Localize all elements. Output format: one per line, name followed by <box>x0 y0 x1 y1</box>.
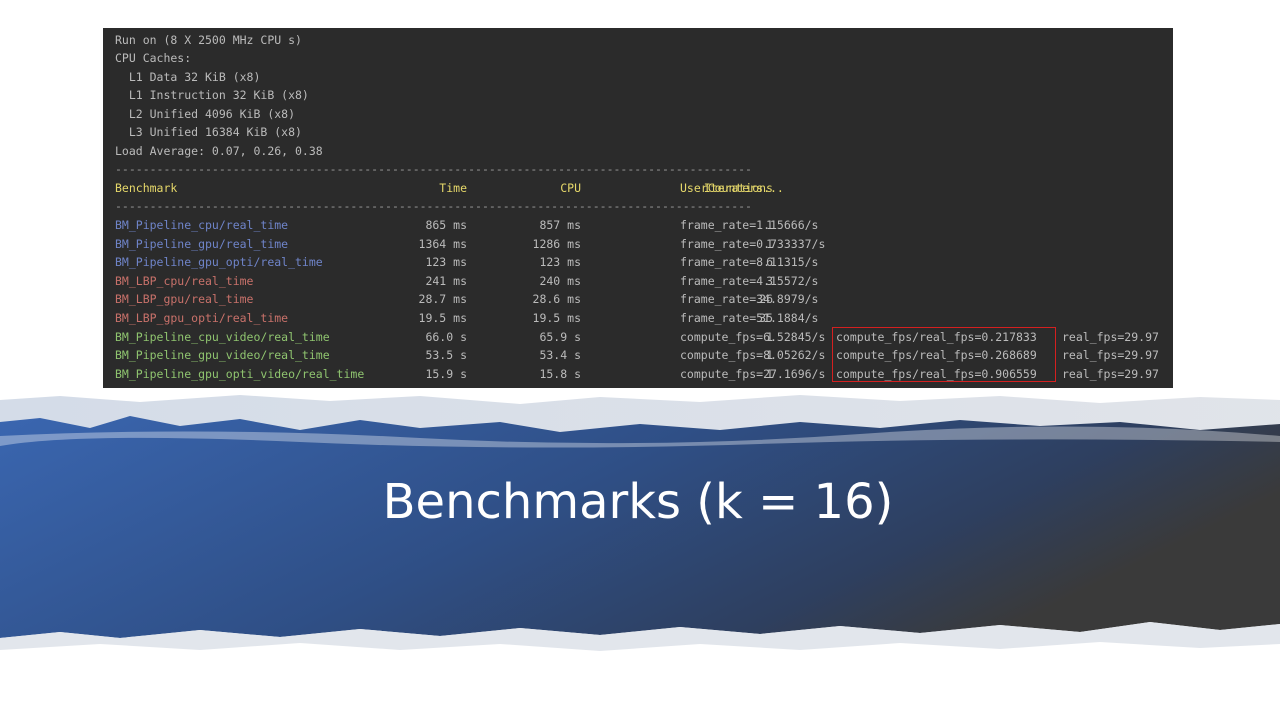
row-cpu: 123 ms <box>539 255 581 269</box>
header-time: Time <box>439 181 467 195</box>
row-name: BM_Pipeline_cpu/real_time <box>115 218 289 232</box>
table-row: BM_Pipeline_cpu/real_time 865 ms 857 ms … <box>103 216 1173 234</box>
row-counter: compute_fps=8.05262/s <box>680 348 826 362</box>
row-counter: frame_rate=0.733337/s <box>680 237 826 251</box>
row-real-fps: real_fps=29.97 <box>1062 348 1159 362</box>
row-time: 28.7 ms <box>418 292 467 306</box>
row-counter: frame_rate=8.11315/s <box>680 255 819 269</box>
slide-title: Benchmarks (k = 16) <box>382 474 894 530</box>
row-counter: frame_rate=51.1884/s <box>680 311 819 325</box>
row-cpu: 857 ms <box>539 218 581 232</box>
row-name: BM_LBP_gpu_opti/real_time <box>115 311 289 325</box>
row-cpu: 240 ms <box>539 274 581 288</box>
row-counter: frame_rate=1.15666/s <box>680 218 819 232</box>
row-cpu: 28.6 ms <box>532 292 581 306</box>
table-row: BM_Pipeline_gpu/real_time 1364 ms 1286 m… <box>103 235 1173 253</box>
row-counter: frame_rate=4.15572/s <box>680 274 819 288</box>
header-cpu: CPU <box>560 181 581 195</box>
row-cpu: 15.8 s <box>539 367 581 381</box>
row-name: BM_Pipeline_gpu/real_time <box>115 237 289 251</box>
row-name: BM_Pipeline_cpu_video/real_time <box>115 330 330 344</box>
row-cpu: 1286 ms <box>532 237 581 251</box>
info-line-l1-instruction: L1 Instruction 32 KiB (x8) <box>115 88 309 102</box>
info-line-caches: CPU Caches: <box>115 51 192 65</box>
info-line-l2: L2 Unified 4096 KiB (x8) <box>115 107 296 121</box>
row-real-fps: real_fps=29.97 <box>1062 367 1159 381</box>
table-row: BM_LBP_gpu/real_time 28.7 ms 28.6 ms 26 … <box>103 290 1173 308</box>
row-time: 19.5 ms <box>418 311 467 325</box>
row-name: BM_LBP_gpu/real_time <box>115 292 254 306</box>
table-row: BM_LBP_cpu/real_time 241 ms 240 ms 3 fra… <box>103 272 1173 290</box>
row-time: 1364 ms <box>418 237 467 251</box>
row-cpu: 65.9 s <box>539 330 581 344</box>
row-time: 15.9 s <box>425 367 467 381</box>
separator-top: ----------------------------------------… <box>115 162 752 176</box>
highlight-box <box>832 327 1056 382</box>
row-counter: compute_fps=27.1696/s <box>680 367 826 381</box>
info-line-l1-data: L1 Data 32 KiB (x8) <box>115 70 261 84</box>
row-counter: compute_fps=6.52845/s <box>680 330 826 344</box>
row-name: BM_Pipeline_gpu_opti/real_time <box>115 255 323 269</box>
slide: Run on (8 X 2500 MHz CPU s) CPU Caches: … <box>0 0 1280 720</box>
row-name: BM_Pipeline_gpu_video/real_time <box>115 348 330 362</box>
header-user-counters: UserCounters... <box>680 181 784 195</box>
info-line-load-average: Load Average: 0.07, 0.26, 0.38 <box>115 144 323 158</box>
row-time: 241 ms <box>425 274 467 288</box>
row-time: 123 ms <box>425 255 467 269</box>
row-real-fps: real_fps=29.97 <box>1062 330 1159 344</box>
row-name: BM_Pipeline_gpu_opti_video/real_time <box>115 367 365 381</box>
info-line-l3: L3 Unified 16384 KiB (x8) <box>115 125 302 139</box>
table-row: BM_Pipeline_gpu_opti/real_time 123 ms 12… <box>103 253 1173 271</box>
header-benchmark: Benchmark <box>115 181 178 195</box>
table-header: Benchmark Time CPU Iterations UserCounte… <box>103 179 1173 197</box>
separator-bottom: ----------------------------------------… <box>115 199 752 213</box>
row-counter: frame_rate=34.8979/s <box>680 292 819 306</box>
row-cpu: 53.4 s <box>539 348 581 362</box>
row-cpu: 19.5 ms <box>532 311 581 325</box>
row-time: 66.0 s <box>425 330 467 344</box>
row-time: 53.5 s <box>425 348 467 362</box>
row-time: 865 ms <box>425 218 467 232</box>
info-line-run: Run on (8 X 2500 MHz CPU s) <box>115 33 302 47</box>
row-name: BM_LBP_cpu/real_time <box>115 274 254 288</box>
table-row: BM_LBP_gpu_opti/real_time 19.5 ms 19.5 m… <box>103 309 1173 327</box>
terminal-screenshot: Run on (8 X 2500 MHz CPU s) CPU Caches: … <box>103 28 1173 388</box>
